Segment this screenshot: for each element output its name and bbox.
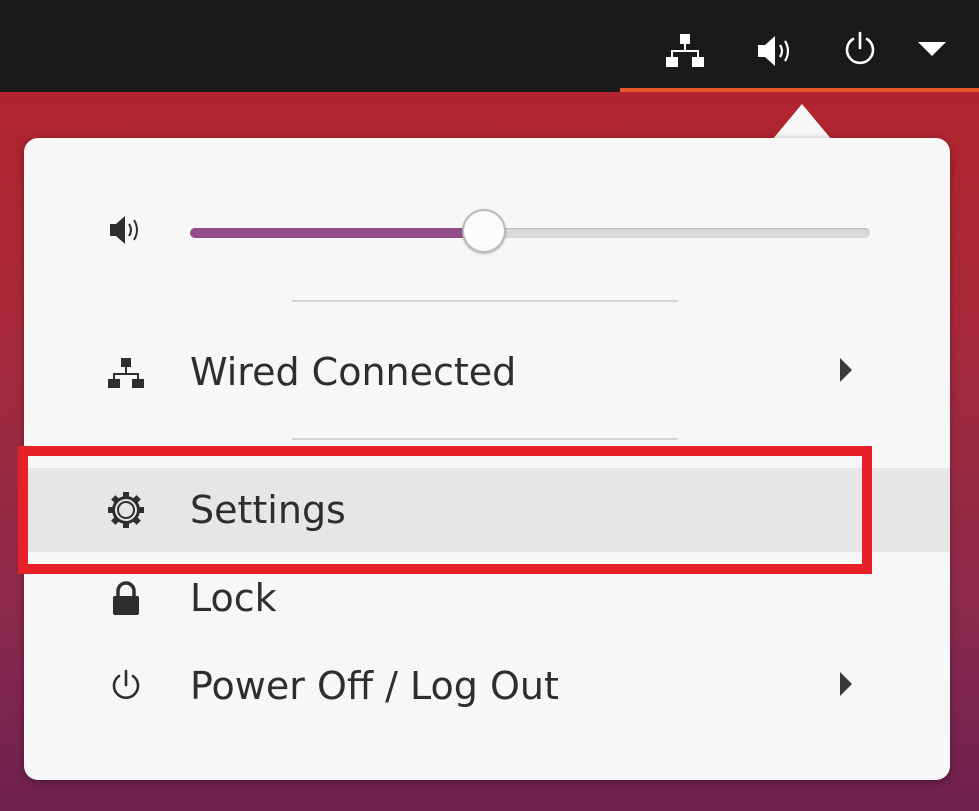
dropdown-arrow-icon[interactable] [918, 42, 946, 58]
volume-slider-handle[interactable] [462, 209, 506, 253]
network-wired-icon [108, 358, 144, 388]
submenu-arrow-icon [840, 672, 852, 696]
menu-item-label: Wired Connected [190, 350, 517, 394]
menu-item-wired-connected[interactable]: Wired Connected [24, 330, 950, 414]
menu-item-power-off[interactable]: Power Off / Log Out [24, 644, 950, 728]
menu-pointer [772, 104, 832, 140]
menu-item-label: Power Off / Log Out [190, 664, 559, 708]
active-indicator [620, 88, 979, 92]
power-icon[interactable] [842, 30, 878, 68]
top-bar [0, 0, 979, 92]
lock-icon [113, 581, 139, 615]
volume-icon [110, 216, 138, 244]
network-wired-icon[interactable] [666, 34, 704, 68]
separator [292, 300, 678, 302]
power-icon [112, 669, 140, 699]
separator [292, 438, 678, 440]
volume-slider-fill [190, 228, 482, 238]
submenu-arrow-icon [840, 358, 852, 382]
annotation-highlight [18, 446, 872, 574]
volume-icon[interactable] [756, 34, 794, 68]
